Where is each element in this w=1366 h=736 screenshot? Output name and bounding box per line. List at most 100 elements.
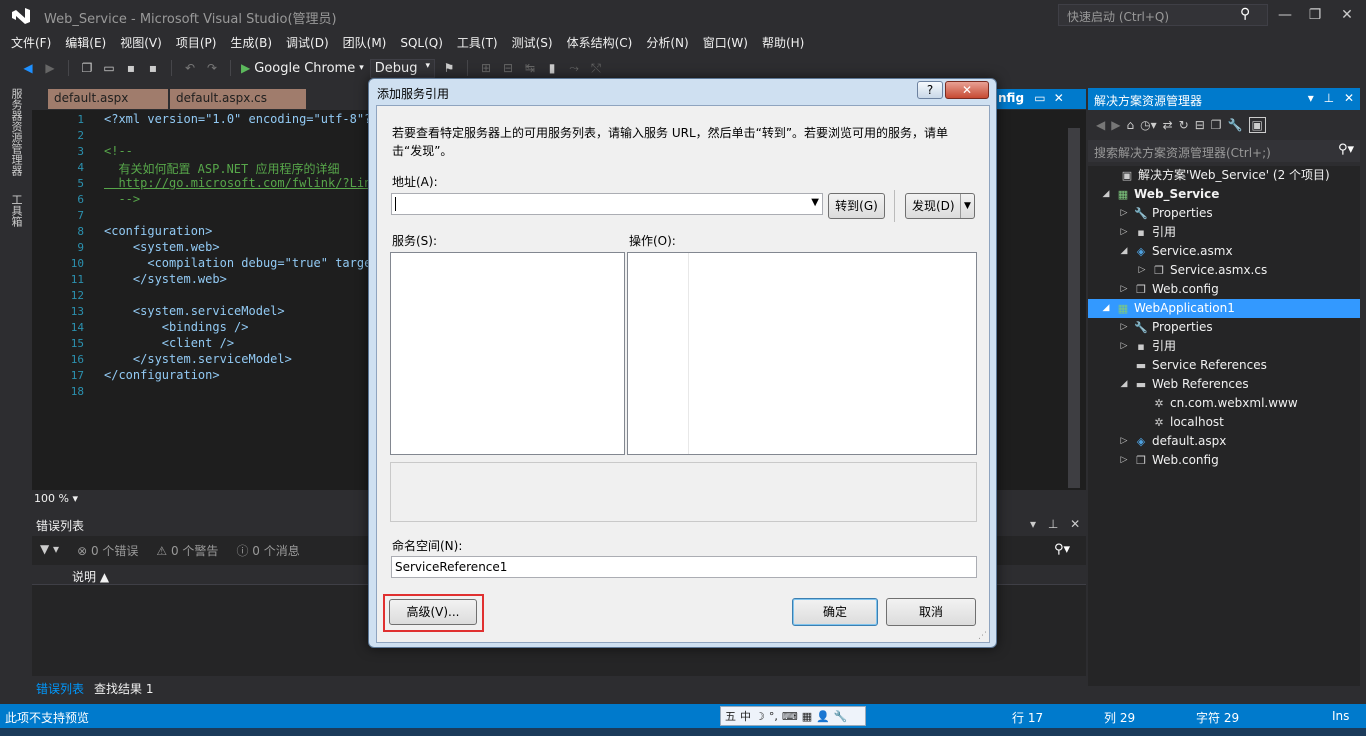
tree-item[interactable]: ▷ ▪ 引用	[1088, 223, 1360, 242]
back-icon[interactable]: ◀	[20, 61, 36, 75]
code-line[interactable]: -->	[104, 192, 140, 206]
properties-icon[interactable]: 🔧	[1228, 118, 1243, 132]
close-icon[interactable]: ✕	[1070, 517, 1080, 531]
code-line[interactable]: <?xml version="1.0" encoding="utf-8"?	[104, 112, 371, 126]
tree-item[interactable]: ▷ ❐ Service.asmx.cs	[1088, 261, 1360, 280]
close-icon[interactable]: ✕	[1344, 91, 1354, 105]
menu-test[interactable]: 测试(S)	[505, 32, 560, 54]
indent-icon[interactable]: ↹	[522, 61, 538, 75]
services-tree[interactable]	[390, 252, 625, 455]
dropdown-icon[interactable]: ▾	[1030, 517, 1036, 531]
warnings-toggle[interactable]: ⚠ 0 个警告	[156, 542, 218, 559]
menu-team[interactable]: 团队(M)	[336, 32, 394, 54]
expand-arrow-icon[interactable]: ▷	[1118, 280, 1130, 299]
menu-analyze[interactable]: 分析(N)	[639, 32, 695, 54]
resize-grip-icon[interactable]: ⋰	[978, 631, 987, 641]
code-line[interactable]: </system.serviceModel>	[104, 352, 292, 366]
forward-icon[interactable]: ▶	[1111, 118, 1120, 132]
address-input[interactable]: ▼	[391, 193, 823, 215]
tree-item[interactable]: ◢ ◈ Service.asmx	[1088, 242, 1360, 261]
menu-window[interactable]: 窗口(W)	[696, 32, 755, 54]
forward-icon[interactable]: ▶	[42, 61, 58, 75]
menu-sql[interactable]: SQL(Q)	[393, 32, 450, 54]
preview-icon[interactable]: ▣	[1248, 117, 1266, 133]
cancel-button[interactable]: 取消	[886, 598, 976, 626]
ime-item-icon[interactable]: ▦	[802, 710, 812, 723]
history-icon[interactable]: ◷▾	[1140, 118, 1157, 132]
bookmark-icon[interactable]: ▮	[544, 61, 560, 75]
expand-arrow-icon[interactable]: ▷	[1136, 261, 1148, 280]
code-line[interactable]: http://go.microsoft.com/fwlink/?Lin	[104, 176, 371, 190]
redo-icon[interactable]: ↷	[204, 61, 220, 75]
tree-item[interactable]: ◢ ▦ WebApplication1	[1088, 299, 1360, 318]
collapse-arrow-icon[interactable]: ◢	[1100, 299, 1112, 318]
tab-error-list[interactable]: 错误列表	[36, 680, 84, 697]
code-line[interactable]: </system.web>	[104, 272, 227, 286]
code-line[interactable]: <!--	[104, 144, 133, 158]
code-line[interactable]: <system.serviceModel>	[104, 304, 285, 318]
code-line[interactable]: 有关如何配置 ASP.NET 应用程序的详细	[104, 160, 339, 177]
ime-item-icon[interactable]: ⌨	[782, 710, 798, 723]
tree-item[interactable]: ▷ 🔧 Properties	[1088, 204, 1360, 223]
close-button[interactable]: ✕	[1332, 4, 1362, 26]
go-button[interactable]: 转到(G)	[828, 193, 885, 219]
help-button[interactable]: ?	[917, 81, 943, 99]
minimize-button[interactable]: —	[1270, 4, 1300, 26]
expand-arrow-icon[interactable]: ▷	[1118, 318, 1130, 337]
home-icon[interactable]: ⌂	[1126, 118, 1134, 132]
menu-build[interactable]: 生成(B)	[223, 32, 279, 54]
server-explorer-tab[interactable]: 服务器资源管理器	[4, 88, 24, 176]
ime-item-icon[interactable]: 五	[725, 708, 736, 724]
ime-item-icon[interactable]: 中	[740, 708, 751, 724]
advanced-button[interactable]: 高级(V)...	[389, 599, 477, 625]
expand-arrow-icon[interactable]: ▷	[1118, 204, 1130, 223]
editor-vertical-scrollbar[interactable]	[1068, 128, 1080, 488]
ime-toolbar[interactable]: 五中 ☽ °, ⌨ ▦ 👤 🔧	[720, 706, 866, 726]
expand-arrow-icon[interactable]: ▷	[1118, 451, 1130, 470]
tree-item[interactable]: ▷ ◈ default.aspx	[1088, 432, 1360, 451]
search-icon[interactable]: ⚲▾	[1338, 142, 1354, 157]
tab-default-aspx-cs[interactable]: default.aspx.cs	[170, 89, 306, 109]
start-debugging-button[interactable]: ▶ Google Chrome ▾	[241, 61, 364, 76]
back-icon[interactable]: ◀	[1096, 118, 1105, 132]
menu-help[interactable]: 帮助(H)	[755, 32, 811, 54]
menu-tools[interactable]: 工具(T)	[450, 32, 505, 54]
show-all-icon[interactable]: ❐	[1211, 118, 1222, 132]
search-icon[interactable]: ⚲	[1240, 6, 1250, 22]
menu-file[interactable]: 文件(F)	[4, 32, 58, 54]
close-icon[interactable]: ✕	[1054, 91, 1064, 105]
collapse-arrow-icon[interactable]: ◢	[1118, 242, 1130, 261]
tree-item[interactable]: ▷ ❐ Web.config	[1088, 280, 1360, 299]
tree-item[interactable]: ✲ localhost	[1088, 413, 1360, 432]
tree-item[interactable]: ◢ ▦ Web_Service	[1088, 185, 1360, 204]
quick-launch-input[interactable]: 快速启动 (Ctrl+Q)	[1058, 4, 1268, 26]
tab-web-config[interactable]: nfig ▭ ✕	[996, 89, 1086, 109]
menu-debug[interactable]: 调试(D)	[279, 32, 336, 54]
format-icon[interactable]: ⊞	[478, 61, 494, 75]
expand-arrow-icon[interactable]: ▷	[1118, 223, 1130, 242]
ime-item-icon[interactable]: 🔧	[834, 710, 848, 723]
expand-arrow-icon[interactable]: ▷	[1118, 432, 1130, 451]
solution-configuration-dropdown[interactable]: Debug ▾	[369, 58, 436, 78]
messages-toggle[interactable]: ⓘ 0 个消息	[236, 542, 299, 559]
tree-item[interactable]: ▬ Service References	[1088, 356, 1360, 375]
tree-item[interactable]: ▣ 解决方案'Web_Service' (2 个项目)	[1088, 166, 1360, 185]
tree-item[interactable]: ✲ cn.com.webxml.www	[1088, 394, 1360, 413]
open-file-icon[interactable]: ▭	[101, 61, 117, 75]
pin-icon[interactable]: ⊥	[1048, 517, 1058, 531]
menu-architecture[interactable]: 体系结构(C)	[560, 32, 640, 54]
namespace-input[interactable]: ServiceReference1	[391, 556, 977, 578]
code-line[interactable]: <configuration>	[104, 224, 212, 238]
pin-icon[interactable]: ▭	[1034, 91, 1045, 105]
ime-item-icon[interactable]: ☽	[755, 710, 765, 723]
ok-button[interactable]: 确定	[792, 598, 878, 626]
dropdown-icon[interactable]: ▾	[1308, 91, 1314, 105]
new-project-icon[interactable]: ❐	[79, 61, 95, 75]
code-line[interactable]: <client />	[104, 336, 234, 350]
errors-toggle[interactable]: ⊗ 0 个错误	[77, 542, 138, 559]
filter-icon[interactable]: ▼ ▾	[40, 542, 59, 559]
menu-view[interactable]: 视图(V)	[113, 32, 169, 54]
tree-item[interactable]: ▷ 🔧 Properties	[1088, 318, 1360, 337]
code-line[interactable]: <system.web>	[104, 240, 220, 254]
ime-item-icon[interactable]: °,	[769, 710, 778, 723]
